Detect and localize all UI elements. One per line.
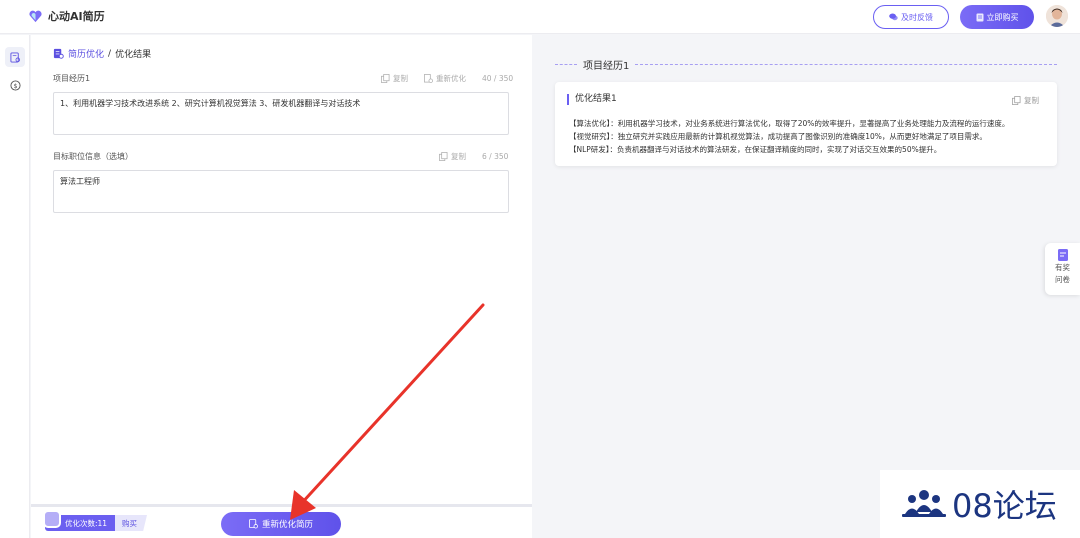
breadcrumb-link-optimize[interactable]: 简历优化 <box>68 47 104 60</box>
target-field-tools: 复制 6 / 350 <box>439 151 508 162</box>
result-line: 【NLP研发】：负责机器翻译与对话技术的算法研发，在保证翻译精度的同时，实现了对… <box>569 145 942 154</box>
resume-edit-icon <box>249 519 258 529</box>
survey-float-button[interactable]: 有奖 问卷 <box>1045 243 1080 295</box>
survey-label-1: 有奖 <box>1055 263 1070 272</box>
copy-icon <box>439 152 448 161</box>
robot-icon <box>43 510 61 528</box>
target-char-counter: 6 / 350 <box>482 152 509 161</box>
coin-icon: $ <box>9 79 21 91</box>
result-copy-label: 复制 <box>1024 96 1039 105</box>
rail-item-resume-optimize[interactable] <box>5 47 25 67</box>
result-copy-button[interactable]: 复制 <box>1012 95 1039 106</box>
heart-logo-icon <box>29 10 42 22</box>
reoptimize-icon <box>424 74 433 83</box>
feedback-label: 及时反馈 <box>901 12 933 22</box>
red-arrow-annotation <box>290 303 485 520</box>
feedback-button[interactable]: 及时反馈 <box>873 5 949 29</box>
buy-credits-link[interactable]: 购买 <box>115 515 147 531</box>
user-avatar[interactable] <box>1046 5 1068 27</box>
copy-icon <box>381 74 390 83</box>
svg-text:$: $ <box>13 81 17 89</box>
project-field-tools: 复制 重新优化 40 / 350 <box>381 73 513 84</box>
result-section-title: 项目经历1 <box>555 57 1057 72</box>
survey-icon <box>1057 249 1068 261</box>
top-header: 心动AI简历 及时反馈 立即购买 <box>0 0 1080 34</box>
brand-name: 心动AI简历 <box>48 10 105 23</box>
resume-icon <box>53 48 64 59</box>
people-logo-icon <box>902 490 946 517</box>
project-reoptimize-button[interactable]: 重新优化 <box>436 73 466 84</box>
breadcrumb-separator: / <box>108 48 112 59</box>
rail-item-coin[interactable]: $ <box>5 75 25 95</box>
watermark-text: 08论坛 <box>952 487 1057 525</box>
project-char-counter: 40 / 350 <box>482 74 514 83</box>
copy-icon <box>1012 96 1021 105</box>
project-field-label: 项目经历1 <box>53 74 91 83</box>
target-textarea[interactable]: 算法工程师 <box>53 170 509 213</box>
survey-label-2: 问卷 <box>1055 275 1070 284</box>
avatar-image <box>1046 5 1068 27</box>
buy-now-button[interactable]: 立即购买 <box>960 5 1034 29</box>
divider-right <box>635 63 1057 65</box>
resume-edit-icon <box>9 51 20 63</box>
watermark: 08论坛 <box>880 470 1080 538</box>
result-lines: 【算法优化】：利用机器学习技术，对业务系统进行算法优化，取得了20%的效率提升，… <box>569 117 1049 156</box>
document-icon <box>976 13 983 21</box>
side-rail: $ <box>0 35 30 538</box>
result-section-label: 项目经历1 <box>583 60 630 72</box>
brand-logo[interactable]: 心动AI简历 <box>28 8 105 24</box>
project-textarea[interactable]: 1、利用机器学习技术改进系统 2、研究计算机视觉算法 3、研发机器翻译与对话技术 <box>53 92 509 135</box>
buy-now-label: 立即购买 <box>986 12 1019 22</box>
target-copy-button[interactable]: 复制 <box>451 151 466 162</box>
result-line: 【视觉研究】：独立研究并实践应用最新的计算机视觉算法，成功提高了图像识别的准确度… <box>569 132 987 141</box>
project-copy-button[interactable]: 复制 <box>393 73 408 84</box>
chat-icon <box>889 13 898 21</box>
result-card-title: 优化结果1 <box>567 94 617 105</box>
result-card: 优化结果1 复制 【算法优化】：利用机器学习技术，对业务系统进行算法优化，取得了… <box>555 82 1057 166</box>
result-line: 【算法优化】：利用机器学习技术，对业务系统进行算法优化，取得了20%的效率提升，… <box>569 119 1010 128</box>
breadcrumb-current: 优化结果 <box>115 50 152 60</box>
target-field-label: 目标职位信息（选填） <box>53 152 133 161</box>
breadcrumb: 简历优化 / 优化结果 <box>53 47 151 60</box>
divider-left <box>555 63 577 65</box>
